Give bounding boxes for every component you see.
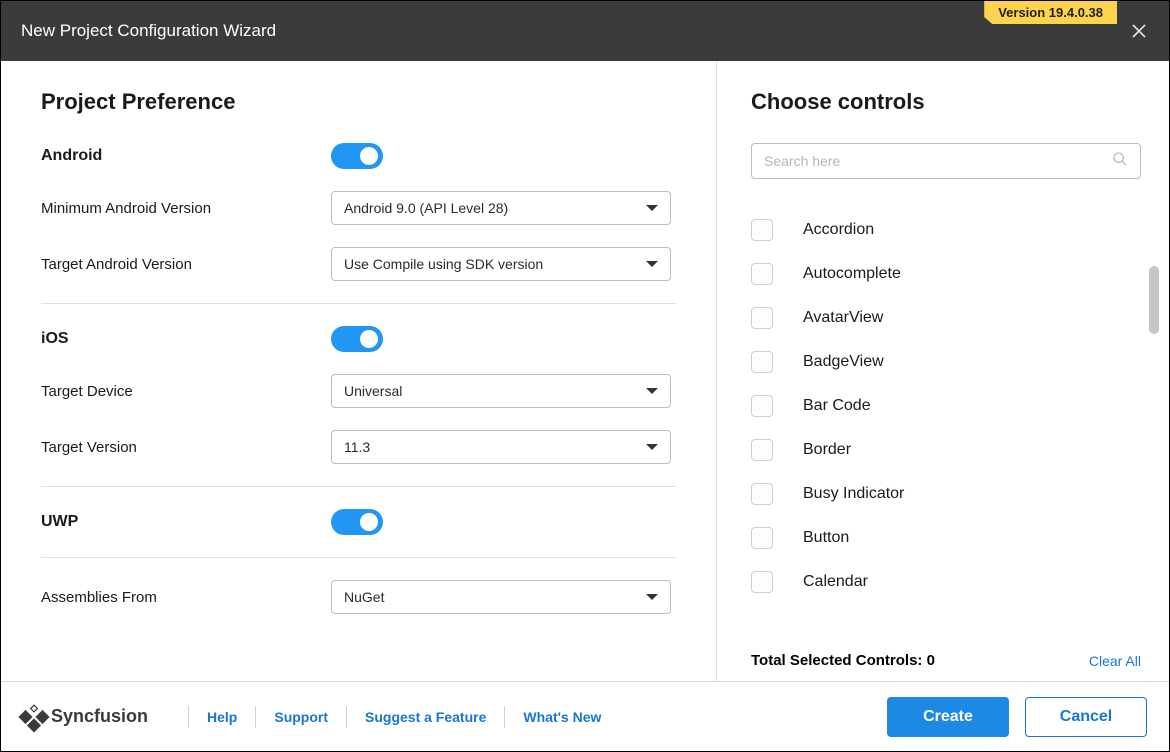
control-label: Accordion (803, 221, 874, 239)
target-android-value: Use Compile using SDK version (344, 256, 543, 272)
control-checkbox[interactable] (751, 351, 773, 373)
control-checkbox[interactable] (751, 395, 773, 417)
close-button[interactable] (1129, 21, 1149, 41)
target-device-row: Target Device Universal (41, 374, 676, 408)
brand-name: Syncfusion (51, 706, 148, 727)
control-row: Button (751, 527, 1141, 549)
target-device-select[interactable]: Universal (331, 374, 671, 408)
control-label: BadgeView (803, 353, 884, 371)
min-android-select[interactable]: Android 9.0 (API Level 28) (331, 191, 671, 225)
footer-link[interactable]: Help (207, 709, 237, 725)
android-toggle[interactable] (331, 143, 383, 169)
close-icon (1132, 24, 1146, 38)
chevron-down-icon (646, 388, 658, 394)
control-label: Border (803, 441, 851, 459)
assemblies-row: Assemblies From NuGet (41, 580, 676, 614)
footer-link[interactable]: What's New (523, 709, 601, 725)
controls-list[interactable]: Accordion Autocomplete AvatarView BadgeView… (751, 189, 1169, 642)
link-separator (188, 706, 189, 728)
control-row: Calendar (751, 571, 1141, 593)
target-device-value: Universal (344, 383, 402, 399)
footer-links: Help Support Suggest a Feature What's New (170, 706, 601, 728)
control-checkbox[interactable] (751, 439, 773, 461)
target-version-value: 11.3 (344, 439, 370, 455)
search-box[interactable] (751, 143, 1141, 179)
ios-row: iOS (41, 326, 676, 352)
control-label: Busy Indicator (803, 485, 904, 503)
divider (41, 303, 676, 304)
ios-toggle[interactable] (331, 326, 383, 352)
ios-label: iOS (41, 330, 331, 348)
uwp-label: UWP (41, 513, 331, 531)
control-checkbox[interactable] (751, 219, 773, 241)
scrollbar[interactable] (1149, 266, 1159, 666)
control-row: Border (751, 439, 1141, 461)
control-label: Bar Code (803, 397, 871, 415)
main-area: Project Preference Android Minimum Andro… (1, 61, 1169, 681)
uwp-toggle[interactable] (331, 509, 383, 535)
total-selected-label: Total Selected Controls: 0 (751, 652, 935, 669)
control-checkbox[interactable] (751, 263, 773, 285)
footer-link[interactable]: Support (274, 709, 328, 725)
control-checkbox[interactable] (751, 307, 773, 329)
create-button[interactable]: Create (887, 697, 1009, 737)
control-label: Autocomplete (803, 265, 901, 283)
wizard-title: New Project Configuration Wizard (21, 21, 276, 41)
assemblies-value: NuGet (344, 589, 384, 605)
target-android-row: Target Android Version Use Compile using… (41, 247, 676, 281)
control-checkbox[interactable] (751, 571, 773, 593)
scrollbar-thumb[interactable] (1149, 266, 1159, 334)
link-separator (504, 706, 505, 728)
target-android-select[interactable]: Use Compile using SDK version (331, 247, 671, 281)
control-row: Accordion (751, 219, 1141, 241)
chevron-down-icon (646, 444, 658, 450)
chevron-down-icon (646, 594, 658, 600)
divider (41, 557, 676, 558)
syncfusion-icon (18, 701, 49, 732)
control-checkbox[interactable] (751, 527, 773, 549)
control-row: AvatarView (751, 307, 1141, 329)
chevron-down-icon (646, 205, 658, 211)
target-device-label: Target Device (41, 383, 331, 400)
control-row: Busy Indicator (751, 483, 1141, 505)
target-version-row: Target Version 11.3 (41, 430, 676, 464)
footer-bar: Syncfusion Help Support Suggest a Feature W… (1, 681, 1169, 751)
control-row: BadgeView (751, 351, 1141, 373)
target-android-label: Target Android Version (41, 256, 331, 273)
target-version-select[interactable]: 11.3 (331, 430, 671, 464)
assemblies-label: Assemblies From (41, 589, 331, 606)
android-label: Android (41, 147, 331, 165)
link-separator (255, 706, 256, 728)
cancel-button[interactable]: Cancel (1025, 697, 1147, 737)
brand-logo: Syncfusion (23, 706, 148, 728)
android-row: Android (41, 143, 676, 169)
control-row: Autocomplete (751, 263, 1141, 285)
footer-link[interactable]: Suggest a Feature (365, 709, 486, 725)
search-icon (1112, 151, 1128, 172)
target-version-label: Target Version (41, 439, 331, 456)
clear-all-link[interactable]: Clear All (1089, 653, 1141, 669)
control-label: AvatarView (803, 309, 883, 327)
choose-controls-panel: Choose controls Accordion Autocomplete Ava… (716, 61, 1169, 681)
min-android-value: Android 9.0 (API Level 28) (344, 200, 508, 216)
project-preference-title: Project Preference (41, 89, 676, 115)
control-label: Button (803, 529, 849, 547)
control-label: Calendar (803, 573, 868, 591)
min-android-label: Minimum Android Version (41, 200, 331, 217)
title-bar: New Project Configuration Wizard Version… (1, 1, 1169, 61)
choose-controls-title: Choose controls (751, 89, 1169, 115)
control-checkbox[interactable] (751, 483, 773, 505)
uwp-row: UWP (41, 509, 676, 535)
chevron-down-icon (646, 261, 658, 267)
assemblies-select[interactable]: NuGet (331, 580, 671, 614)
project-preference-panel: Project Preference Android Minimum Andro… (1, 61, 716, 681)
version-badge: Version 19.4.0.38 (984, 1, 1117, 24)
link-separator (346, 706, 347, 728)
min-android-row: Minimum Android Version Android 9.0 (API… (41, 191, 676, 225)
control-row: Bar Code (751, 395, 1141, 417)
search-input[interactable] (764, 153, 1112, 169)
divider (41, 486, 676, 487)
controls-footer: Total Selected Controls: 0 Clear All (751, 642, 1169, 681)
